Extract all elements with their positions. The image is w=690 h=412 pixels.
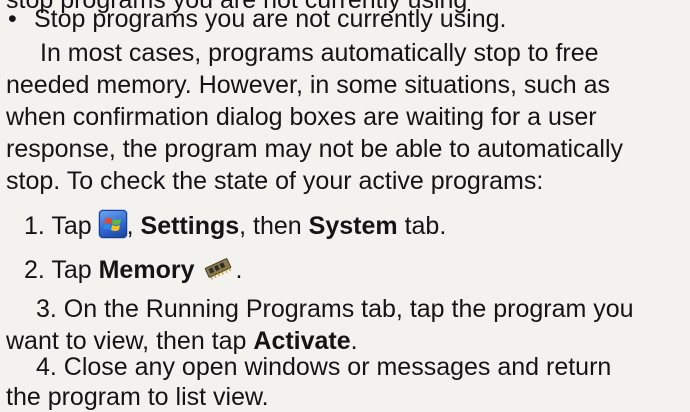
document-page: stop programs you are not currently usin… <box>0 0 690 411</box>
step-1-prefix: 1. Tap <box>24 212 92 240</box>
step-2-memory: Memory <box>98 256 195 284</box>
step-4-line-2-text: the program to list view. <box>6 383 269 411</box>
step-3-line-2-prefix: want to view, then tap <box>6 327 247 355</box>
paragraph-line-4-text: response, the program may not be able to… <box>6 135 624 163</box>
paragraph-line-5: stop. To check the state of your active … <box>6 166 543 196</box>
step-1-comma: , <box>126 212 134 240</box>
step-1-system: System <box>308 212 398 240</box>
step-1-suffix: tab. <box>404 212 447 240</box>
paragraph-line-1: In most cases, programs automatically st… <box>40 38 684 68</box>
paragraph-line-2-text: needed memory. However, in some situatio… <box>6 71 610 99</box>
step-3-line-1: 3. On the Running Programs tab, tap the … <box>36 294 634 324</box>
step-3-line-1-text: 3. On the Running Programs tab, tap the … <box>36 295 634 323</box>
step-1-settings: Settings <box>140 212 240 240</box>
bullet-item: Stop programs you are not currently usin… <box>34 4 506 34</box>
paragraph-line-3: when confirmation dialog boxes are waiti… <box>6 102 597 132</box>
paragraph-line-2: needed memory. However, in some situatio… <box>6 70 610 100</box>
windows-start-icon <box>98 210 127 238</box>
memory-chip-icon <box>201 254 235 282</box>
step-4-line-1: 4. Close any open windows or messages an… <box>36 352 611 382</box>
paragraph-line-1-text: In most cases, programs automatically st… <box>40 39 599 67</box>
step-1-then: , then <box>239 212 302 240</box>
step-2-prefix: 2. Tap <box>24 256 92 284</box>
step-2-suffix: . <box>235 256 243 284</box>
step-1: 1. Tap , Settings, then System tab. <box>24 210 446 241</box>
paragraph-line-5-text: stop. To check the state of your active … <box>6 167 544 195</box>
step-2: 2. Tap Memory . <box>24 254 242 285</box>
paragraph-line-4: response, the program may not be able to… <box>6 134 623 164</box>
bullet-text: Stop programs you are not currently usin… <box>34 5 507 33</box>
step-4-line-2: the program to list view. <box>6 382 269 412</box>
paragraph-line-3-text: when confirmation dialog boxes are waiti… <box>6 103 597 131</box>
bullet-symbol: • <box>8 5 17 33</box>
step-4-line-1-text: 4. Close any open windows or messages an… <box>36 353 612 381</box>
step-3-activate: Activate <box>253 327 351 355</box>
step-3-line-2-suffix: . <box>350 327 358 355</box>
